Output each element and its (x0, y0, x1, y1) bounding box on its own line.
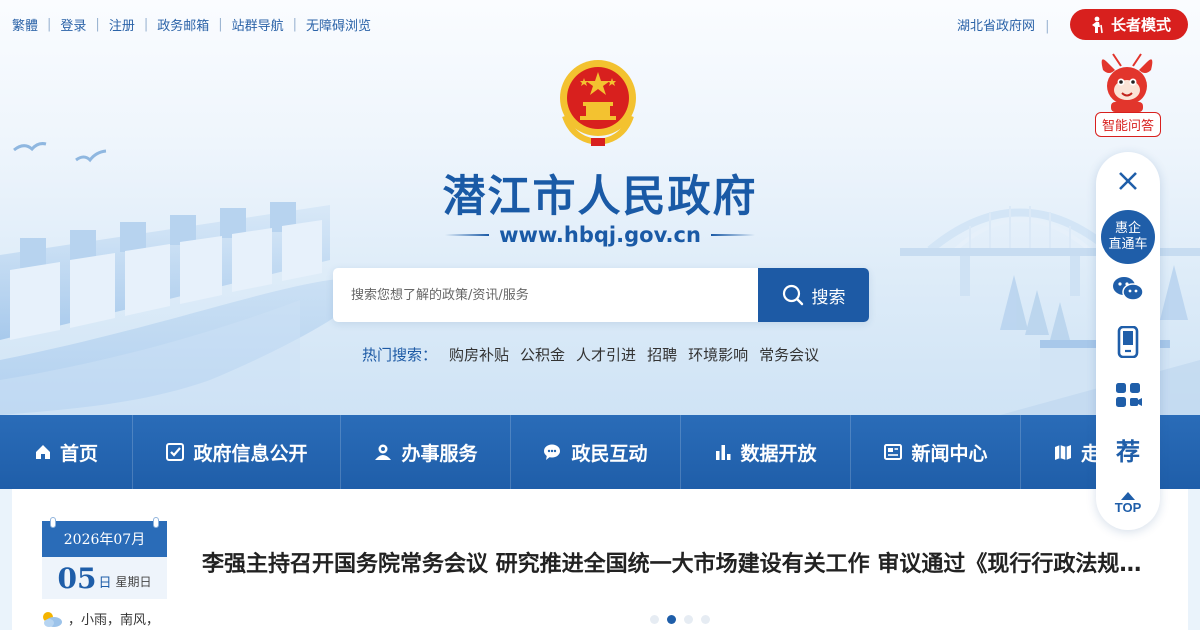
search-box: 搜索 (333, 268, 869, 322)
weather-text: ，小雨，南风， (68, 613, 160, 628)
enterprise-express-line1: 惠企 (1114, 221, 1141, 236)
carousel-dot[interactable] (701, 615, 710, 624)
decor-line-right (710, 234, 755, 236)
link-login[interactable]: 登录 (60, 15, 86, 34)
link-traditional-chinese[interactable]: 繁體 (12, 15, 38, 34)
link-gov-mail[interactable]: 政务邮箱 (157, 15, 209, 34)
divider: | (1045, 19, 1050, 34)
elder-mode-button[interactable]: 长者模式 (1070, 9, 1188, 40)
checklist-icon (166, 443, 185, 461)
nav-item-gov-info[interactable]: 政府信息公开 (133, 415, 341, 489)
hot-search-item[interactable]: 常务会议 (759, 344, 819, 365)
national-emblem-icon (560, 60, 636, 146)
site-title: 潜江市人民政府 (442, 172, 758, 222)
enterprise-express-button[interactable]: 惠企 直通车 (1101, 210, 1155, 264)
nav-label: 新闻中心 (911, 442, 988, 465)
mobile-app-button[interactable] (1096, 324, 1160, 360)
nav-item-services[interactable]: 办事服务 (341, 415, 511, 489)
search-input[interactable] (333, 268, 758, 322)
calendar-day: 05 (57, 561, 97, 595)
wechat-icon (1113, 277, 1144, 301)
calendar-day-row: 05 日 星期日 (42, 557, 167, 599)
calendar-ring (50, 517, 56, 528)
province-gov-link-wrap: 湖北省政府网 | (957, 15, 1050, 34)
nav-label: 办事服务 (401, 442, 478, 465)
mini-program-button[interactable] (1096, 378, 1160, 412)
carousel-dot[interactable] (684, 615, 693, 624)
nav-item-home[interactable]: 首页 (0, 415, 133, 489)
chat-icon (544, 444, 561, 460)
hot-search-item[interactable]: 人才引进 (576, 344, 636, 365)
headline-news-link[interactable]: 李强主持召开国务院常务会议 研究推进全国统一大市场建设有关工作 审议通过《现行行… (202, 546, 1142, 578)
smart-qa-button[interactable]: 智能问答 (1095, 112, 1161, 137)
hot-searches: 热门搜索： 购房补贴 公积金 人才引进 招聘 环境影响 常务会议 (362, 344, 830, 365)
miniprogram-icon (1116, 383, 1142, 407)
site-url-row: www.hbqj.gov.cn (445, 220, 755, 250)
divider: | (218, 17, 223, 32)
weather: ，小雨，南风， (40, 609, 159, 628)
floating-toolbar: 惠企 直通车 荐 TOP (1096, 152, 1160, 530)
nav-label: 数据开放 (740, 442, 817, 465)
link-hubei-province-gov[interactable]: 湖北省政府网 (957, 19, 1035, 34)
link-accessibility[interactable]: 无障碍浏览 (306, 15, 371, 34)
link-site-navigation[interactable]: 站群导航 (232, 15, 284, 34)
carousel-dot-active[interactable] (667, 615, 676, 624)
calendar-day-suffix: 日 (98, 575, 112, 591)
carousel-dot[interactable] (650, 615, 659, 624)
link-register[interactable]: 注册 (109, 15, 135, 34)
search-button[interactable]: 搜索 (758, 268, 869, 322)
carousel-dots (650, 615, 710, 624)
calendar-ring (153, 517, 159, 528)
nav-label: 政府信息公开 (193, 442, 308, 465)
hot-search-label: 热门搜索： (362, 346, 438, 364)
jian-icon: 荐 (1116, 436, 1140, 466)
news-icon (884, 444, 903, 460)
nav-item-news[interactable]: 新闻中心 (851, 415, 1021, 489)
wechat-button[interactable] (1096, 272, 1160, 306)
date-calendar: 2026年07月 05 日 星期日 (42, 517, 167, 599)
close-icon (1119, 172, 1137, 190)
divider: | (292, 17, 298, 32)
close-button[interactable] (1096, 166, 1160, 196)
home-icon (35, 445, 50, 459)
enterprise-express-line2: 直通车 (1108, 237, 1148, 252)
decor-line-left (445, 234, 490, 236)
nav-item-open-data[interactable]: 数据开放 (681, 415, 851, 489)
calendar-year-month: 2026年07月 (42, 521, 167, 557)
divider: | (47, 17, 52, 32)
mobile-icon (1117, 326, 1139, 358)
recommend-button[interactable]: 荐 (1096, 432, 1160, 466)
hot-search-item[interactable]: 环境影响 (688, 344, 748, 365)
divider: | (95, 17, 100, 32)
elder-mode-label: 长者模式 (1110, 16, 1171, 34)
cloud-sun-icon (43, 611, 62, 627)
site-url: www.hbqj.gov.cn (499, 223, 701, 247)
news-panel: 2026年07月 05 日 星期日 ，小雨，南风， 李强主持召开国务院常务会议 … (12, 489, 1188, 630)
elder-person-icon (1091, 16, 1103, 33)
caret-up-icon (1121, 491, 1135, 500)
nav-label: 政民互动 (571, 442, 648, 465)
divider: | (143, 17, 149, 32)
user-service-icon (375, 444, 392, 460)
hot-search-item[interactable]: 招聘 (647, 344, 677, 365)
back-to-top-button[interactable]: TOP (1096, 486, 1160, 520)
calendar-weekday: 星期日 (115, 574, 152, 589)
hot-search-item[interactable]: 公积金 (520, 344, 565, 365)
hot-search-item[interactable]: 购房补贴 (449, 344, 509, 365)
search-icon (782, 284, 803, 306)
map-icon (1055, 445, 1071, 460)
top-bar: 繁體 | 登录 | 注册 | 政务邮箱 | 站群导航 | 无障碍浏览 湖北省政府… (0, 0, 1200, 48)
top-links: 繁體 | 登录 | 注册 | 政务邮箱 | 站群导航 | 无障碍浏览 (12, 15, 371, 34)
main-nav: 首页 政府信息公开 办事服务 政民互动 数据开放 新闻中心 走 (0, 415, 1200, 489)
search-button-label: 搜索 (811, 287, 846, 308)
back-to-top-label: TOP (1114, 499, 1142, 515)
nav-label: 首页 (59, 442, 98, 465)
nav-item-interaction[interactable]: 政民互动 (511, 415, 681, 489)
bar-chart-icon (716, 445, 731, 460)
